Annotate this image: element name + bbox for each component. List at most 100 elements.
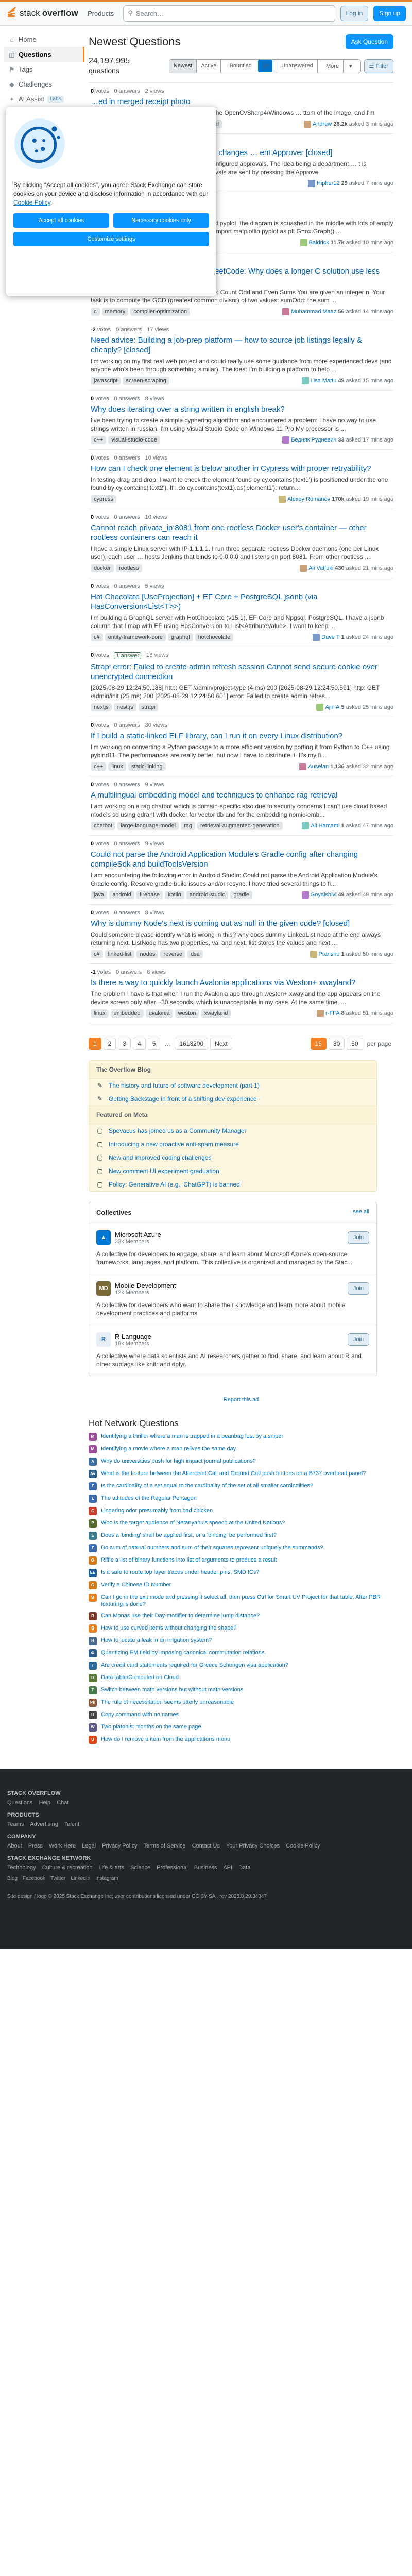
footer-link[interactable]: Business (194, 1865, 217, 1871)
necessary-cookies-button[interactable]: Necessary cookies only (113, 213, 209, 228)
avatar[interactable] (317, 1010, 324, 1017)
footer-link[interactable]: Advertising (30, 1821, 58, 1827)
hot-question-link[interactable]: Do sum of natural numbers and sum of the… (101, 1544, 323, 1552)
avatar[interactable] (300, 239, 307, 246)
tag[interactable]: memory (101, 308, 129, 316)
join-button[interactable]: Join (347, 1231, 369, 1244)
tab-more[interactable]: More ▾ (318, 60, 360, 73)
hot-question-link[interactable]: Verify a Chinese ID Number (101, 1581, 171, 1589)
hot-question-link[interactable]: Quantizing EM field by imposing canonica… (101, 1649, 264, 1657)
tag[interactable]: cypress (91, 495, 116, 503)
hot-question-link[interactable]: Is the cardinality of a set equal to the… (101, 1482, 313, 1490)
question-title-link[interactable]: Strapi error: Failed to create admin ref… (91, 662, 393, 682)
footer-link[interactable]: API (223, 1865, 232, 1871)
question-title-link[interactable]: …ed in merged receipt photo (91, 97, 393, 107)
tag[interactable]: firebase (136, 891, 163, 899)
avatar[interactable] (303, 121, 311, 128)
hot-question-link[interactable]: Data table/Computed on Cloud (101, 1674, 179, 1682)
meta-item-link[interactable]: Spevacus has joined us as a Community Ma… (109, 1127, 246, 1134)
tag[interactable]: xwayland (201, 1009, 231, 1018)
tag[interactable]: avalonia (145, 1009, 173, 1018)
tag[interactable]: nextjs (91, 703, 112, 711)
hot-question-link[interactable]: Copy command with no names (101, 1711, 179, 1719)
hot-question-link[interactable]: Does a 'binding' shall be applied first,… (101, 1532, 277, 1540)
footer-link[interactable]: Chat (57, 1800, 68, 1806)
footer-link[interactable]: Talent (64, 1821, 79, 1827)
tag[interactable]: linked-list (105, 950, 135, 958)
social-link[interactable]: Twitter (50, 1876, 65, 1882)
author-name-link[interactable]: Pranshu (319, 951, 340, 957)
tab-unanswered[interactable]: Unanswered (277, 59, 318, 73)
hot-question-link[interactable]: Riffle a list of binary functions into l… (101, 1556, 277, 1565)
footer-link[interactable]: Cookie Policy (286, 1843, 320, 1849)
footer-link[interactable]: Professional (157, 1865, 188, 1871)
tab-active[interactable]: Active (197, 59, 221, 73)
footer-link[interactable]: Your Privacy Choices (226, 1843, 280, 1849)
tag[interactable]: c# (91, 633, 103, 641)
footer-link[interactable]: Legal (82, 1843, 96, 1849)
meta-item-link[interactable]: Introducing a new proactive anti-spam me… (109, 1141, 239, 1148)
page-4-button[interactable]: 4 (133, 1038, 146, 1050)
footer-link[interactable]: Contact Us (192, 1843, 220, 1849)
tag[interactable]: rootless (116, 564, 142, 572)
avatar[interactable] (279, 496, 286, 503)
tag[interactable]: rag (181, 822, 196, 830)
footer-link[interactable]: Privacy Policy (102, 1843, 137, 1849)
cookie-policy-link[interactable]: Cookie Policy (13, 199, 50, 206)
tag[interactable]: graphql (167, 633, 193, 641)
meta-item-link[interactable]: New comment UI experiment graduation (109, 1167, 219, 1175)
hot-question-link[interactable]: How to use curved items without changing… (101, 1624, 237, 1633)
tag[interactable]: embedded (110, 1009, 144, 1018)
footer-link[interactable]: Terms of Service (144, 1843, 186, 1849)
hot-question-link[interactable]: Are credit card statements required for … (101, 1662, 288, 1670)
tag[interactable]: visual-studio-code (108, 436, 161, 444)
join-button[interactable]: Join (347, 1333, 369, 1346)
nav-ai-assist[interactable]: ✦ AI Assist Labs (4, 92, 84, 107)
hot-question-link[interactable]: Is it safe to route top layer traces und… (101, 1569, 260, 1577)
author-name-link[interactable]: Alexey Romanov (287, 496, 330, 502)
social-link[interactable]: Facebook (23, 1876, 45, 1882)
social-link[interactable]: Blog (7, 1876, 18, 1882)
login-button[interactable]: Log in (340, 6, 369, 21)
question-title-link[interactable]: Is there a way to quickly launch Avaloni… (91, 978, 393, 988)
tag[interactable]: c# (91, 950, 103, 958)
author-name-link[interactable]: r-FFA (325, 1010, 340, 1016)
page-last-button[interactable]: 1613200 (175, 1038, 209, 1050)
hot-question-link[interactable]: Identifying a thriller where a man is tr… (101, 1433, 283, 1441)
hot-question-link[interactable]: Identifying a movie where a man relives … (101, 1445, 236, 1453)
page-size-30[interactable]: 30 (328, 1038, 345, 1050)
question-title-link[interactable]: Cannot reach private_ip:8081 from one ro… (91, 523, 393, 543)
social-link[interactable]: LinkedIn (71, 1876, 90, 1882)
avatar[interactable] (299, 763, 307, 770)
site-logo[interactable]: stack overflow (6, 6, 78, 20)
footer-link[interactable]: Teams (7, 1821, 24, 1827)
tag[interactable]: static-linking (128, 762, 166, 771)
tag[interactable]: strapi (138, 703, 159, 711)
nav-challenges[interactable]: ◆ Challenges (4, 77, 84, 92)
footer-link[interactable]: Life & arts (98, 1865, 124, 1871)
see-all-link[interactable]: see all (353, 1209, 369, 1216)
tag[interactable]: c++ (91, 436, 107, 444)
meta-item-link[interactable]: New and improved coding challenges (109, 1154, 211, 1161)
products-link[interactable]: Products (83, 7, 118, 21)
page-3-button[interactable]: 3 (118, 1038, 131, 1050)
author-name-link[interactable]: Andrew (313, 121, 332, 127)
author-name-link[interactable]: Goyalshivi (311, 892, 337, 898)
avatar[interactable] (302, 822, 310, 829)
author-name-link[interactable]: Auselan (308, 764, 329, 770)
tag[interactable]: hotchocolate (195, 633, 234, 641)
collective-name-link[interactable]: Microsoft Azure (115, 1231, 161, 1239)
tag[interactable]: retrieval-augmented-generation (197, 822, 283, 830)
author-name-link[interactable]: Hipher12 (317, 180, 340, 187)
question-title-link[interactable]: How can I check one element is below ano… (91, 464, 393, 473)
hot-question-link[interactable]: Can I go in the exit mode and pressing i… (101, 1594, 393, 1608)
avatar[interactable] (316, 704, 324, 711)
footer-link[interactable]: Questions (7, 1800, 33, 1806)
author-name-link[interactable]: Dave T (321, 634, 339, 640)
author-name-link[interactable]: Ali Vatfuki (308, 565, 333, 571)
nav-home[interactable]: ⌂ Home (4, 32, 84, 47)
tab-newest[interactable]: Newest (169, 59, 197, 73)
page-1-button[interactable]: 1 (89, 1038, 101, 1050)
footer-link[interactable]: Culture & recreation (42, 1865, 93, 1871)
collective-name-link[interactable]: R Language (115, 1333, 151, 1341)
